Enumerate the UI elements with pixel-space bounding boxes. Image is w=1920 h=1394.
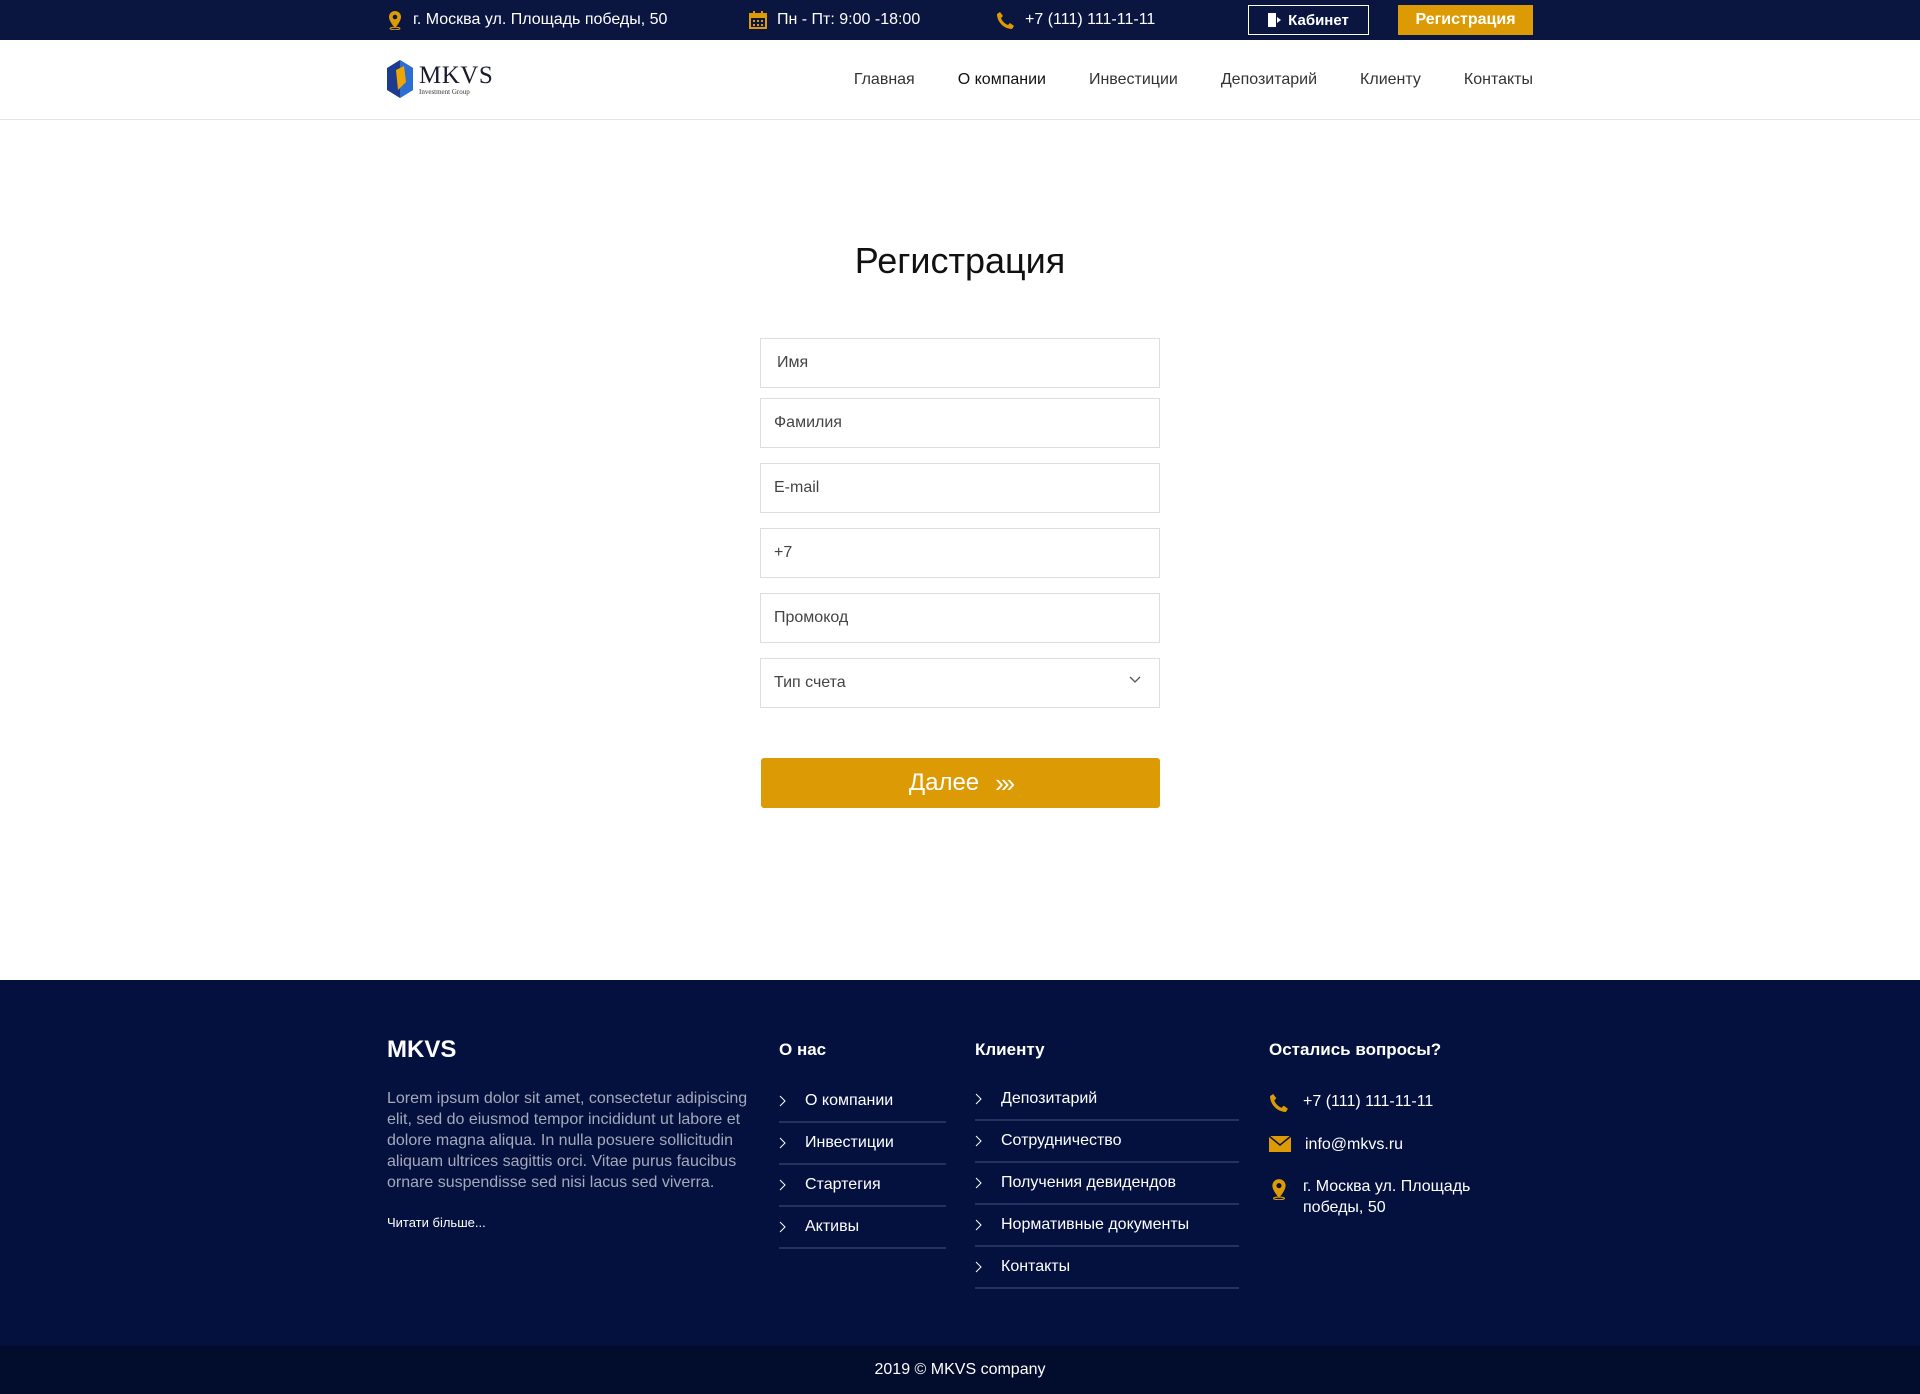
footer-link-label: Контакты [1001, 1258, 1071, 1275]
register-button[interactable]: Регистрация [1398, 5, 1533, 35]
topbar-address: г. Москва ул. Площадь победы, 50 [387, 0, 667, 40]
name-field[interactable]: Имя [760, 338, 1160, 388]
footer-address: г. Москва ул. Площадь победы, 50 [1269, 1176, 1499, 1218]
account-type-label: Тип счета [774, 674, 846, 691]
footer-link[interactable]: Сотрудничество [975, 1121, 1239, 1163]
footer-phone-text: +7 (111) 111-11-11 [1303, 1093, 1434, 1110]
footer-contacts-col: Остались вопросы? +7 (111) 111-11-11 inf… [1269, 1040, 1499, 1239]
footer-link-label: Инвестиции [805, 1134, 894, 1151]
chevron-right-icon [779, 1221, 786, 1233]
logo-mark-icon [387, 60, 413, 98]
promo-placeholder: Промокод [774, 609, 849, 626]
footer-description: Lorem ipsum dolor sit amet, consectetur … [387, 1090, 748, 1191]
chevron-right-icon [975, 1093, 982, 1105]
footer-link[interactable]: Получения девидендов [975, 1163, 1239, 1205]
nav-depository[interactable]: Депозитарий [1221, 71, 1317, 89]
footer-brand: MKVS [387, 1036, 457, 1063]
cabinet-button[interactable]: Кабинет [1248, 5, 1369, 35]
topbar-address-text: г. Москва ул. Площадь победы, 50 [413, 11, 668, 28]
footer-link-label: Стартегия [805, 1176, 881, 1193]
register-label: Регистрация [1415, 11, 1516, 28]
email-field[interactable]: E-mail [760, 463, 1160, 513]
footer-link[interactable]: Нормативные документы [975, 1205, 1239, 1247]
footer-link[interactable]: О компании [779, 1081, 946, 1123]
header: MKVS Investment Group Главная О компании… [0, 40, 1920, 120]
location-pin-icon [1272, 1179, 1286, 1200]
page-title: Регистрация [854, 240, 1066, 281]
main-nav: Главная О компании Инвестиции Депозитари… [811, 40, 1533, 120]
nav-contacts[interactable]: Контакты [1464, 71, 1533, 89]
copyright-bar: 2019 © MKVS company [0, 1346, 1920, 1394]
footer-link[interactable]: Депозитарий [975, 1079, 1239, 1121]
chevron-right-icon [975, 1219, 982, 1231]
email-placeholder: E-mail [774, 479, 820, 496]
surname-placeholder: Фамилия [774, 414, 842, 431]
next-arrows-icon: ››› [995, 767, 1015, 798]
logo-subtitle: Investment Group [419, 87, 470, 96]
nav-client[interactable]: Клиенту [1360, 71, 1421, 89]
next-label: Далее [908, 769, 980, 796]
footer-link-label: Получения девидендов [1001, 1174, 1176, 1191]
footer-links-about: О нас О компании Инвестиции Стартегия Ак… [779, 1040, 946, 1249]
chevron-right-icon [779, 1137, 786, 1149]
nav-investments[interactable]: Инвестиции [1089, 71, 1178, 89]
nav-about[interactable]: О компании [958, 71, 1046, 89]
footer-link-label: Сотрудничество [1001, 1132, 1122, 1149]
footer-phone[interactable]: +7 (111) 111-11-11 [1269, 1091, 1499, 1113]
login-icon [1268, 13, 1282, 27]
topbar-phone-text: +7 (111) 111-11-11 [1025, 11, 1156, 28]
footer-address-text: г. Москва ул. Площадь победы, 50 [1303, 1178, 1471, 1216]
top-bar: г. Москва ул. Площадь победы, 50 Пн - Пт… [0, 0, 1920, 40]
chevron-right-icon [779, 1095, 786, 1107]
cabinet-label: Кабинет [1288, 11, 1349, 29]
copyright-text: 2019 © MKVS company [874, 1361, 1046, 1378]
footer-link[interactable]: Активы [779, 1207, 946, 1249]
footer-link-label: О компании [805, 1092, 894, 1109]
name-placeholder: Имя [777, 354, 809, 371]
footer-link[interactable]: Стартегия [779, 1165, 946, 1207]
chevron-right-icon [975, 1177, 982, 1189]
topbar-hours: Пн - Пт: 9:00 -18:00 [749, 0, 920, 40]
location-pin-icon [389, 11, 401, 30]
footer-link[interactable]: Инвестиции [779, 1123, 946, 1165]
chevron-right-icon [975, 1135, 982, 1147]
footer-link-label: Нормативные документы [1001, 1216, 1190, 1233]
chevron-right-icon [975, 1261, 982, 1273]
footer-email[interactable]: info@mkvs.ru [1269, 1134, 1499, 1155]
footer-links-client: Клиенту Депозитарий Сотрудничество Получ… [975, 1040, 1239, 1289]
footer-questions-heading: Остались вопросы? [1269, 1040, 1442, 1059]
surname-field[interactable]: Фамилия [760, 398, 1160, 448]
logo-name: MKVS [419, 61, 494, 89]
footer-link[interactable]: Контакты [975, 1247, 1239, 1289]
footer-about-col: MKVS Lorem ipsum dolor sit amet, consect… [387, 1036, 752, 1230]
footer-about-list: О компании Инвестиции Стартегия Активы [779, 1081, 946, 1249]
footer-link-label: Активы [805, 1218, 860, 1235]
logo[interactable]: MKVS Investment Group [387, 60, 493, 98]
calendar-icon [749, 11, 767, 29]
phone-value: +7 [774, 544, 793, 561]
footer-client-heading: Клиенту [975, 1040, 1045, 1059]
footer-about-heading: О нас [779, 1040, 827, 1059]
chevron-right-icon [779, 1179, 786, 1191]
phone-field[interactable]: +7 [760, 528, 1160, 578]
phone-icon [997, 11, 1014, 29]
read-more-link[interactable]: Читати більше... [387, 1215, 752, 1230]
topbar-phone[interactable]: +7 (111) 111-11-11 [996, 0, 1155, 40]
footer-link-label: Депозитарий [1001, 1090, 1098, 1107]
phone-icon [1270, 1094, 1288, 1112]
envelope-icon [1269, 1136, 1291, 1152]
account-type-select[interactable]: Тип счета [760, 658, 1160, 708]
chevron-down-icon [1129, 676, 1141, 683]
footer-email-text: info@mkvs.ru [1305, 1136, 1404, 1153]
footer-client-list: Депозитарий Сотрудничество Получения дев… [975, 1079, 1239, 1289]
next-button[interactable]: Далее ››› [761, 758, 1160, 808]
footer: MKVS Lorem ipsum dolor sit amet, consect… [0, 980, 1920, 1346]
nav-home[interactable]: Главная [854, 71, 915, 89]
topbar-hours-text: Пн - Пт: 9:00 -18:00 [777, 11, 921, 28]
promo-field[interactable]: Промокод [760, 593, 1160, 643]
